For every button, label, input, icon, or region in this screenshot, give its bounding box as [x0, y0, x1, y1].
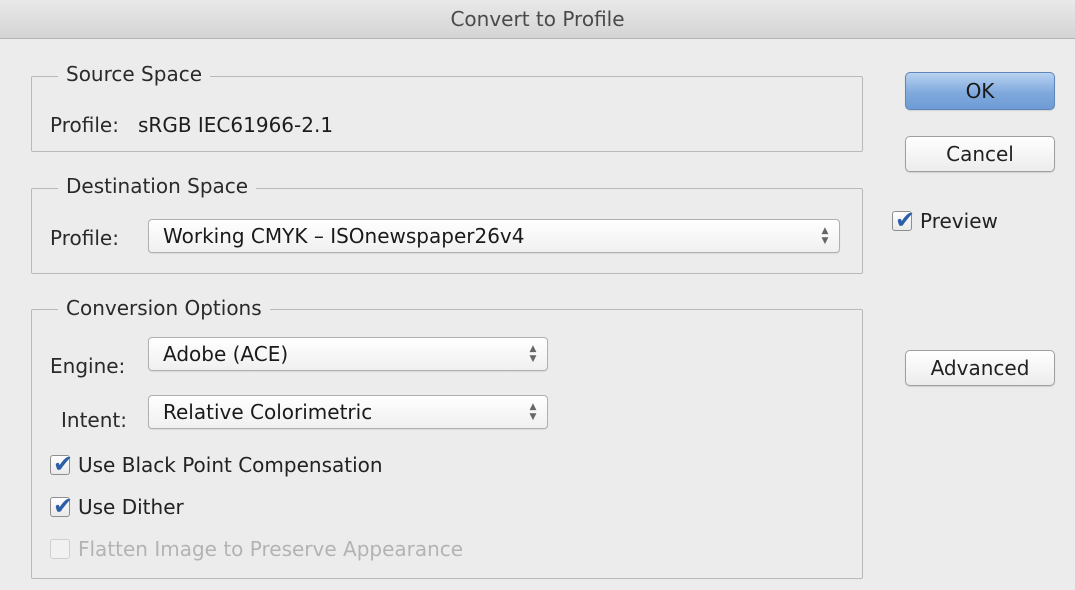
destination-space-legend: Destination Space [58, 174, 257, 198]
ok-button[interactable]: OK [905, 72, 1055, 110]
use-dither-label: Use Dither [78, 495, 184, 519]
updown-arrows-icon: ▲ ▼ [529, 344, 537, 364]
source-profile-label: Profile: [50, 113, 119, 137]
updown-arrows-icon: ▲ ▼ [529, 402, 537, 422]
preview-label: Preview [920, 209, 998, 233]
destination-profile-label: Profile: [50, 226, 119, 250]
destination-profile-select[interactable]: Working CMYK – ISOnewspaper26v4 ▲ ▼ [148, 219, 840, 253]
intent-select[interactable]: Relative Colorimetric ▲ ▼ [148, 395, 548, 429]
conversion-options-legend: Conversion Options [58, 296, 270, 320]
use-dither-checkbox[interactable]: ✔ Use Dither [50, 492, 250, 522]
destination-profile-selected: Working CMYK – ISOnewspaper26v4 [163, 224, 525, 248]
intent-selected: Relative Colorimetric [163, 400, 373, 424]
flatten-image-label: Flatten Image to Preserve Appearance [78, 537, 464, 561]
checkmark-icon: ✔ [895, 206, 916, 234]
black-point-compensation-checkbox[interactable]: ✔ Use Black Point Compensation [50, 450, 470, 480]
engine-select[interactable]: Adobe (ACE) ▲ ▼ [148, 337, 548, 371]
updown-arrows-icon: ▲ ▼ [821, 226, 829, 246]
engine-label: Engine: [50, 354, 126, 378]
checkmark-icon: ✔ [53, 492, 74, 520]
checkbox-box: ✔ [50, 450, 73, 478]
source-space-legend: Source Space [58, 62, 210, 86]
checkbox-box: ✔ [50, 492, 73, 520]
checkbox-box: ✔ [892, 206, 915, 234]
preview-checkbox[interactable]: ✔ Preview [892, 206, 1042, 236]
source-profile-value: sRGB IEC61966-2.1 [138, 113, 334, 137]
engine-selected: Adobe (ACE) [163, 342, 289, 366]
checkmark-icon: ✔ [53, 450, 74, 478]
checkbox-box [50, 539, 70, 559]
intent-label: Intent: [61, 408, 127, 432]
flatten-image-checkbox: Flatten Image to Preserve Appearance [50, 536, 550, 564]
black-point-compensation-label: Use Black Point Compensation [78, 453, 383, 477]
window-title: Convert to Profile [0, 0, 1075, 39]
cancel-button[interactable]: Cancel [905, 136, 1055, 172]
advanced-button[interactable]: Advanced [905, 350, 1055, 386]
